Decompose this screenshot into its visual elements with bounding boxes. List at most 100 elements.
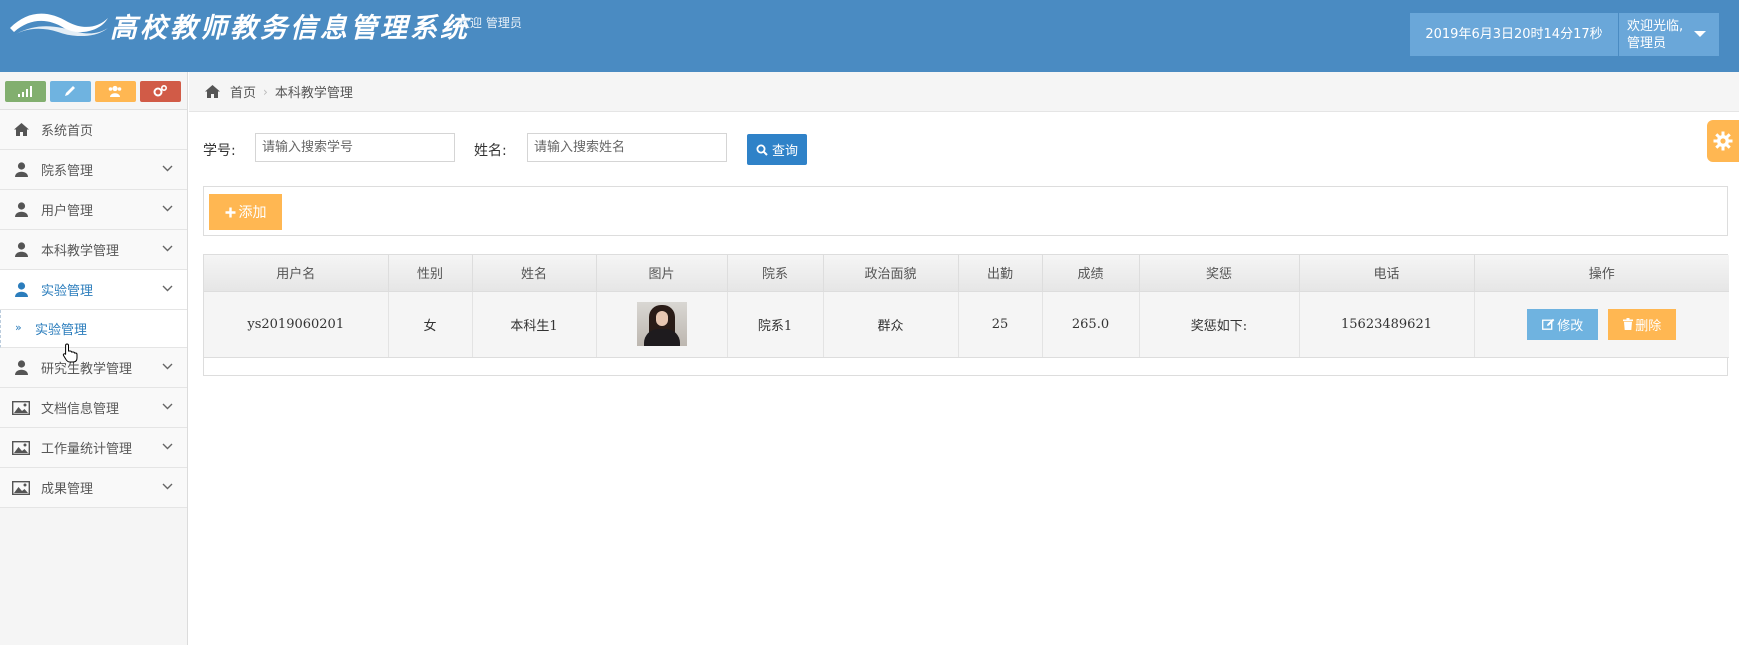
sidebar-item-label: 本科教学管理 [41,244,120,259]
sidebar-item-label: 成果管理 [41,482,94,497]
column-header: 政治面貌 [823,255,959,292]
sidebar-item-label: 工作量统计管理 [41,442,133,457]
signal-icon [18,86,32,97]
cell-department: 院系1 [727,291,824,358]
sidebar-item-experiments[interactable]: 实验管理 [0,270,187,310]
breadcrumb: 首页 › 本科教学管理 [189,72,1739,112]
plus-icon [225,207,235,217]
cell-phone: 15623489621 [1299,291,1475,358]
column-header: 用户名 [204,255,389,292]
user-role: 管理员 [1627,36,1667,51]
search-button[interactable]: 查询 [747,134,807,165]
column-header: 出勤 [958,255,1043,292]
caret-down-icon[interactable] [1694,31,1706,37]
app-title: 高校教师教务信息管理系统 [110,13,470,44]
sidebar-item-label: 系统首页 [41,124,94,139]
delete-button-label: 删除 [1635,318,1662,334]
chevron-down-icon [162,285,173,292]
column-header: 操作 [1474,255,1729,292]
shortcut-users-button[interactable] [95,81,136,102]
sidebar-item-label: 文档信息管理 [41,402,120,417]
delete-button[interactable]: 删除 [1608,308,1677,340]
picture-icon [12,440,30,456]
sidebar-subitem-label: 实验管理 [35,323,88,338]
column-header: 院系 [727,255,824,292]
user-icon [12,202,30,218]
column-header: 奖惩 [1139,255,1300,292]
sidebar-item-label: 院系管理 [41,164,94,179]
column-header: 姓名 [472,255,597,292]
top-header: 高校教师教务信息管理系统 欢迎 管理员 2019年6月3日20时14分17秒 欢… [0,0,1739,72]
settings-toggle-button[interactable] [1707,120,1739,162]
datetime-display: 2019年6月3日20时14分17秒 [1410,13,1618,56]
breadcrumb-home-link[interactable]: 首页 [230,82,256,101]
welcome-text: 欢迎 管理员 [458,16,522,30]
logo-icon [10,13,108,36]
name-label: 姓名: [474,143,507,159]
table-row: ys2019060201 女 本科生1 院系1 群众 25 265.0 奖惩如下… [204,291,1729,358]
sidebar-item-workload[interactable]: 工作量统计管理 [0,428,187,468]
chevron-down-icon [162,363,173,370]
cell-name: 本科生1 [472,291,597,358]
sidebar-item-label: 实验管理 [41,284,94,299]
search-icon [756,144,768,156]
picture-icon [12,480,30,496]
chevron-down-icon [162,245,173,252]
name-search-input[interactable] [527,133,727,162]
sidebar-item-departments[interactable]: 院系管理 [0,150,187,190]
toolbar-panel: 添加 [203,186,1728,236]
chevron-down-icon [162,443,173,450]
picture-icon [12,400,30,416]
sidebar-item-home[interactable]: 系统首页 [0,110,187,150]
hand-cursor-icon [62,343,78,363]
home-icon [12,122,30,138]
home-icon[interactable] [205,85,220,98]
user-icon [12,242,30,258]
shortcut-settings-button[interactable] [140,81,181,102]
column-header: 图片 [596,255,728,292]
search-button-label: 查询 [771,144,798,159]
cell-gender: 女 [388,291,473,358]
shortcut-edit-button[interactable] [50,81,91,102]
gear-icon [1713,131,1733,151]
sidebar-item-label: 研究生教学管理 [41,362,133,377]
edit-button-label: 修改 [1557,318,1584,334]
sidebar-item-users[interactable]: 用户管理 [0,190,187,230]
sidebar-subitem-experiments[interactable]: » 实验管理 [0,310,187,348]
shortcut-stats-button[interactable] [5,81,46,102]
user-icon [12,162,30,178]
sidebar-item-graduate-teaching[interactable]: 研究生教学管理 [0,348,187,388]
student-id-label: 学号: [203,143,236,159]
trash-icon [1623,318,1634,330]
breadcrumb-separator-icon: › [263,84,268,99]
cell-username: ys2019060201 [204,291,389,358]
add-button[interactable]: 添加 [209,194,282,230]
sidebar-item-achievements[interactable]: 成果管理 [0,468,187,508]
cell-score: 265.0 [1042,291,1140,358]
cell-photo [596,291,728,358]
sidebar: 系统首页 院系管理 用户管理 本科教学管理 实验管理 » 实验管理 研究生教学管… [0,72,188,645]
table-header-row: 用户名 性别 姓名 图片 院系 政治面貌 出勤 成绩 奖惩 电话 操作 [204,255,1729,292]
student-photo [636,302,687,346]
column-header: 性别 [388,255,473,292]
double-chevron-right-icon: » [15,321,22,334]
student-id-search-input[interactable] [255,133,455,162]
column-header: 成绩 [1042,255,1140,292]
chevron-down-icon [162,165,173,172]
sidebar-item-undergrad-teaching[interactable]: 本科教学管理 [0,230,187,270]
user-icon [12,360,30,376]
chevron-down-icon [162,403,173,410]
sidebar-shortcuts [0,72,187,110]
sidebar-item-documents[interactable]: 文档信息管理 [0,388,187,428]
pencil-icon [65,86,75,96]
edit-button[interactable]: 修改 [1527,308,1599,340]
chevron-down-icon [162,483,173,490]
column-header: 电话 [1299,255,1475,292]
user-icon [12,282,30,298]
cell-actions: 修改 删除 [1474,291,1729,358]
cell-reward: 奖惩如下: [1139,291,1300,358]
edit-icon [1542,318,1555,330]
sidebar-item-label: 用户管理 [41,204,94,219]
data-table: 用户名 性别 姓名 图片 院系 政治面貌 出勤 成绩 奖惩 电话 操作 ys20… [203,254,1729,376]
cell-attendance: 25 [958,291,1043,358]
